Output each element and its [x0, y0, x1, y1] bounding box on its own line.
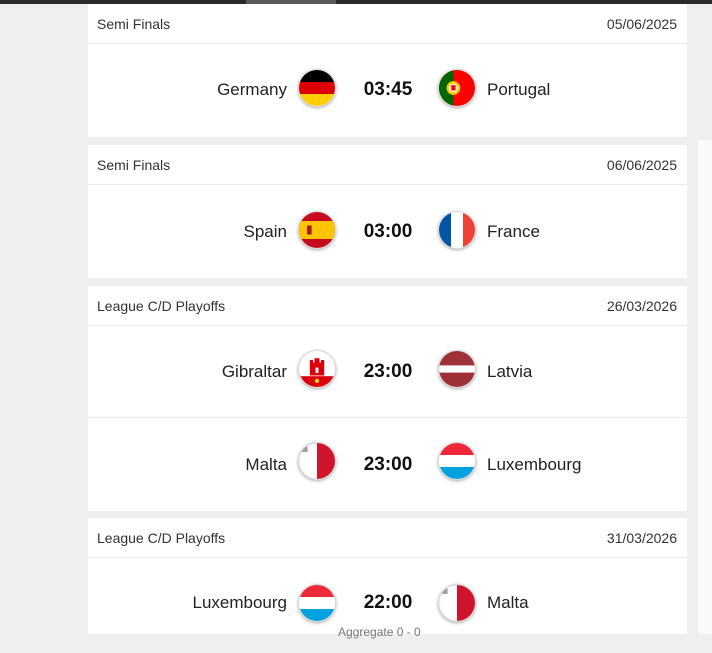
- away-team-name[interactable]: Portugal: [487, 44, 550, 136]
- group-header: League C/D Playoffs 26/03/2026: [88, 286, 687, 326]
- kickoff-time: 03:00: [363, 221, 413, 242]
- france-flag-icon: [438, 211, 476, 249]
- match-date: 06/06/2025: [606, 156, 677, 173]
- match-row[interactable]: Germany 03:45 Portugal: [88, 44, 687, 136]
- luxembourg-flag-icon: [438, 442, 476, 480]
- fixture-group: League C/D Playoffs 31/03/2026 Luxembour…: [88, 518, 687, 639]
- stage-label: League C/D Playoffs: [97, 297, 226, 314]
- match-row[interactable]: Spain 03:00 France: [88, 185, 687, 278]
- home-team-name[interactable]: Malta: [245, 418, 287, 511]
- luxembourg-flag-icon: [298, 584, 336, 622]
- latvia-flag-icon: [438, 350, 476, 388]
- fixture-group: Semi Finals 06/06/2025 Spain 03:00 Franc…: [88, 145, 687, 278]
- fixture-group: Semi Finals 05/06/2025 Germany 03:45 Por…: [88, 4, 687, 137]
- home-team-name[interactable]: Germany: [217, 44, 287, 136]
- group-header: Semi Finals 05/06/2025: [88, 4, 687, 44]
- away-team-name[interactable]: Luxembourg: [487, 418, 582, 511]
- match-row[interactable]: Luxembourg 22:00 Malta Aggregate 0 - 0: [88, 558, 687, 653]
- spain-flag-icon: [298, 211, 336, 249]
- group-header: League C/D Playoffs 31/03/2026: [88, 518, 687, 558]
- home-team-name[interactable]: Spain: [244, 185, 287, 278]
- germany-flag-icon: [298, 69, 336, 107]
- away-team-name[interactable]: Latvia: [487, 326, 532, 418]
- away-team-name[interactable]: Malta: [487, 558, 529, 648]
- kickoff-time: 23:00: [363, 361, 413, 382]
- gibraltar-flag-icon: [298, 350, 336, 388]
- match-date: 26/03/2026: [606, 297, 677, 314]
- kickoff-time: 03:45: [363, 79, 413, 100]
- stage-label: Semi Finals: [97, 15, 171, 32]
- right-sidebar-edge: [698, 140, 712, 634]
- home-team-name[interactable]: Luxembourg: [192, 558, 287, 648]
- match-date: 05/06/2025: [606, 15, 677, 32]
- match-row[interactable]: Malta 23:00 Luxembourg: [88, 418, 687, 511]
- kickoff-time: 23:00: [363, 454, 413, 475]
- malta-flag-icon: [438, 584, 476, 622]
- portugal-flag-icon: [438, 69, 476, 107]
- aggregate-score: Aggregate 0 - 0: [338, 625, 421, 639]
- stage-label: League C/D Playoffs: [97, 529, 226, 546]
- fixture-group: League C/D Playoffs 26/03/2026 Gibraltar…: [88, 286, 687, 511]
- match-row[interactable]: Gibraltar 23:00 Latvia: [88, 326, 687, 418]
- match-date: 31/03/2026: [606, 529, 677, 546]
- stage-label: Semi Finals: [97, 156, 171, 173]
- away-team-name[interactable]: France: [487, 185, 540, 278]
- group-header: Semi Finals 06/06/2025: [88, 145, 687, 185]
- malta-flag-icon: [298, 442, 336, 480]
- home-team-name[interactable]: Gibraltar: [222, 326, 287, 418]
